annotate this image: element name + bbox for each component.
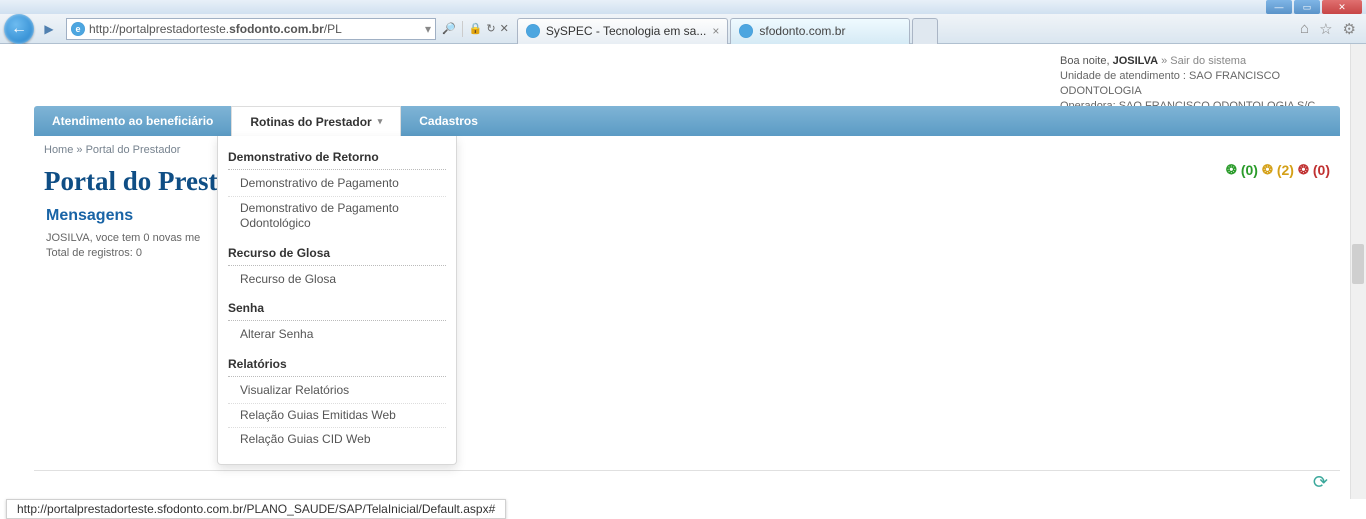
dd-link[interactable]: Demonstrativo de Pagamento xyxy=(228,172,446,197)
dd-head-recurso: Recurso de Glosa xyxy=(228,242,446,266)
favorites-icon[interactable]: ☆ xyxy=(1319,20,1332,38)
messages-line2: Total de registros: 0 xyxy=(46,247,142,259)
page: Boa noite, JOSILVA » Sair do sistema Uni… xyxy=(0,44,1366,499)
count-green[interactable]: (0) xyxy=(1241,162,1258,178)
status-bar: http://portalprestadorteste.sfodonto.com… xyxy=(6,499,506,519)
dd-link[interactable]: Relação Guias Emitidas Web xyxy=(228,404,446,429)
tab-label: SySPEC - Tecnologia em sa... xyxy=(546,24,707,38)
window-titlebar: — ▭ ✕ xyxy=(0,0,1366,14)
new-tab-button[interactable] xyxy=(912,18,938,44)
stop-icon[interactable]: ✕ xyxy=(500,22,509,35)
breadcrumb-sep: » xyxy=(73,144,85,156)
greeting-prefix: Boa noite, xyxy=(1060,55,1113,67)
notification-indicators: ❂ (0) ❂ (2) ❂ (0) xyxy=(1226,162,1330,178)
url-text-host: sfodonto.com.br xyxy=(229,22,324,36)
breadcrumb-current: Portal do Prestador xyxy=(86,144,181,156)
url-text-suffix: /PL xyxy=(324,22,342,36)
ie-icon xyxy=(739,24,753,38)
dd-head-relatorios: Relatórios xyxy=(228,353,446,377)
tools-icon[interactable]: ⚙ xyxy=(1343,20,1356,38)
dd-link[interactable]: Visualizar Relatórios xyxy=(228,379,446,404)
count-yellow[interactable]: (2) xyxy=(1277,162,1294,178)
count-red[interactable]: (0) xyxy=(1313,162,1330,178)
breadcrumb: Home » Portal do Prestador xyxy=(44,144,180,156)
home-icon[interactable]: ⌂ xyxy=(1300,20,1309,37)
dd-head-demonstrativo: Demonstrativo de Retorno xyxy=(228,146,446,170)
lock-icon: 🔒 xyxy=(469,22,483,35)
menu-rotinas[interactable]: Rotinas do Prestador ▾ xyxy=(231,106,401,136)
logout-link[interactable]: Sair do sistema xyxy=(1170,55,1246,67)
tab-inactive[interactable]: sfodonto.com.br xyxy=(730,18,910,44)
page-footer-bar: ⟳ xyxy=(34,470,1340,494)
refresh-icon[interactable]: ↻ xyxy=(486,22,495,35)
menu-label: Atendimento ao beneficiário xyxy=(52,114,213,128)
dd-link[interactable]: Alterar Senha xyxy=(228,323,446,347)
tab-active[interactable]: SySPEC - Tecnologia em sa... × xyxy=(517,18,729,44)
nav-forward-button[interactable]: ▶ xyxy=(38,18,60,40)
dd-link[interactable]: Demonstrativo de Pagamento Odontológico xyxy=(228,197,446,236)
tab-label: sfodonto.com.br xyxy=(759,24,845,38)
bulb-green-icon: ❂ xyxy=(1226,162,1237,178)
messages-block: Mensagens JOSILVA, voce tem 0 novas me T… xyxy=(46,207,200,262)
browser-right-icons: ⌂ ☆ ⚙ xyxy=(1300,20,1366,38)
address-bar[interactable]: e http://portalprestadorteste.sfodonto.c… xyxy=(66,18,436,40)
menu-atendimento[interactable]: Atendimento ao beneficiário xyxy=(34,106,231,136)
ie-icon xyxy=(526,24,540,38)
menu-label: Cadastros xyxy=(419,114,478,128)
url-actions: 🔎 🔒 ↻ ✕ xyxy=(436,21,515,37)
messages-line1: JOSILVA, voce tem 0 novas me xyxy=(46,232,200,244)
window-maximize-button[interactable]: ▭ xyxy=(1294,0,1320,14)
page-refresh-icon[interactable]: ⟳ xyxy=(1313,472,1328,493)
main-menu: Atendimento ao beneficiário Rotinas do P… xyxy=(34,106,1340,136)
messages-title: Mensagens xyxy=(46,207,200,225)
status-url: http://portalprestadorteste.sfodonto.com… xyxy=(17,502,495,516)
browser-toolbar: ← ▶ e http://portalprestadorteste.sfodon… xyxy=(0,14,1366,44)
menu-cadastros[interactable]: Cadastros xyxy=(401,106,496,136)
bulb-yellow-icon: ❂ xyxy=(1262,162,1273,178)
window-close-button[interactable]: ✕ xyxy=(1322,0,1362,14)
dd-link[interactable]: Relação Guias CID Web xyxy=(228,428,446,452)
window-minimize-button[interactable]: — xyxy=(1266,0,1292,14)
bulb-red-icon: ❂ xyxy=(1298,162,1309,178)
rotinas-dropdown: Demonstrativo de Retorno Demonstrativo d… xyxy=(217,136,457,465)
tab-close-icon[interactable]: × xyxy=(706,24,719,38)
page-scrollbar[interactable] xyxy=(1350,44,1366,499)
scrollbar-thumb[interactable] xyxy=(1352,244,1364,284)
breadcrumb-home[interactable]: Home xyxy=(44,144,73,156)
search-dropdown-icon[interactable]: 🔎 xyxy=(442,22,456,35)
tab-strip: SySPEC - Tecnologia em sa... × sfodonto.… xyxy=(517,14,939,44)
ie-icon: e xyxy=(71,22,85,36)
page-title: Portal do Prest xyxy=(44,166,217,197)
unit-line: Unidade de atendimento : SAO FRANCISCO O… xyxy=(1060,70,1280,97)
dd-link[interactable]: Recurso de Glosa xyxy=(228,268,446,292)
logout-sep: » xyxy=(1161,55,1170,67)
nav-back-button[interactable]: ← xyxy=(4,14,34,44)
chevron-down-icon: ▾ xyxy=(378,116,383,127)
dd-head-senha: Senha xyxy=(228,297,446,321)
url-text-prefix: http://portalprestadorteste. xyxy=(89,22,229,36)
menu-label: Rotinas do Prestador xyxy=(250,115,371,129)
user-name: JOSILVA xyxy=(1113,55,1158,67)
